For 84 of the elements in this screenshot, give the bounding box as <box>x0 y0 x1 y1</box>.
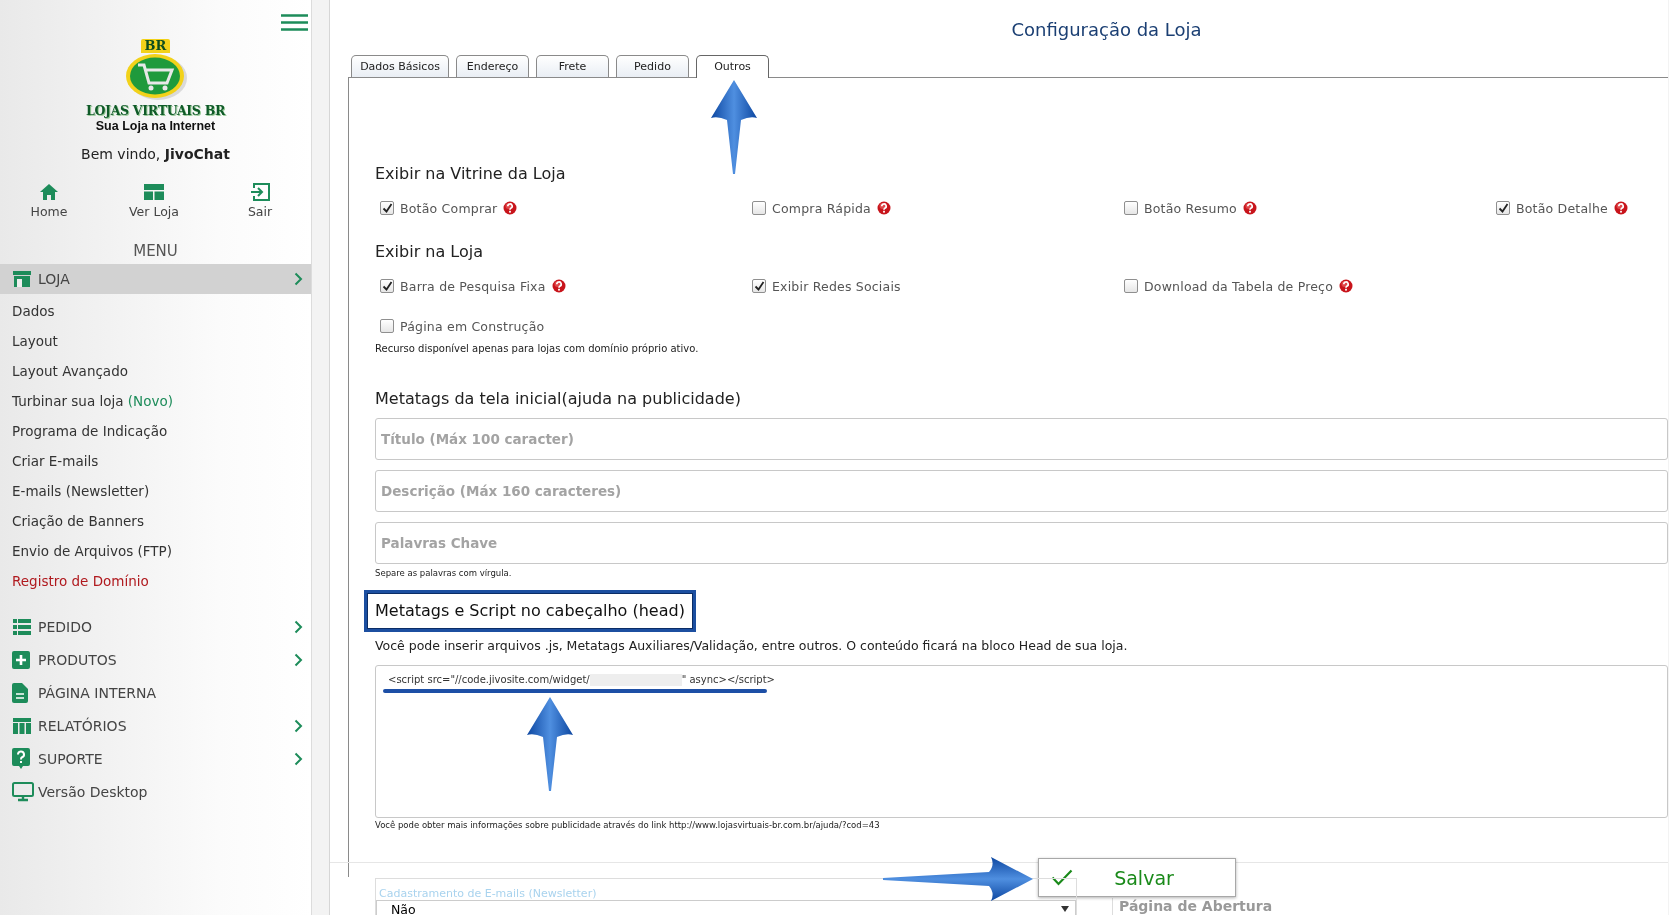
submenu-item[interactable]: E-mails (Newsletter) <box>12 483 150 499</box>
menu-title: MENU <box>132 242 179 260</box>
help-icon[interactable] <box>876 201 891 215</box>
note-text: Separe as palavras com vírgula. <box>375 567 513 579</box>
submenu-item[interactable]: Registro de Domínio <box>12 573 149 589</box>
logo-name: LOJAS VIRTUAIS BR <box>86 103 225 119</box>
help-icon <box>12 748 30 769</box>
highlight-box: Metatags e Script no cabeçalho (head) <box>364 590 696 632</box>
check-icon <box>1051 869 1073 886</box>
menu-item[interactable]: SUPORTE <box>0 742 311 775</box>
exit-icon <box>250 183 270 201</box>
tab[interactable]: Outros <box>696 55 769 78</box>
document-icon <box>12 682 28 703</box>
list-icon <box>12 617 32 636</box>
nav-link[interactable]: Ver Loja <box>98 183 210 220</box>
checkbox[interactable] <box>1496 201 1510 215</box>
submenu-item[interactable]: Criação de Banners <box>12 513 144 529</box>
select-field[interactable]: Não <box>376 900 1076 915</box>
checkbox[interactable] <box>1124 201 1138 215</box>
checkbox-label: Botão Detalhe <box>1516 200 1608 216</box>
checkbox-label: Exibir Redes Sociais <box>772 278 901 294</box>
checkbox[interactable] <box>752 279 766 293</box>
logo-badge: BR <box>140 39 171 53</box>
note-text: Recurso disponível apenas para lojas com domínio próprio ativo. <box>375 342 700 356</box>
help-icon[interactable] <box>503 201 518 215</box>
table-icon <box>12 716 32 735</box>
checkbox-label: Compra Rápida <box>772 200 871 216</box>
help-icon[interactable] <box>1613 201 1628 215</box>
field-label: Cadastramento de E-mails (Newsletter) <box>379 887 597 900</box>
submenu-item[interactable]: Dados <box>12 303 55 319</box>
page-title: Configuração da Loja <box>1010 18 1203 42</box>
menu-icon[interactable] <box>281 14 308 31</box>
menu-item[interactable]: PEDIDO <box>0 610 311 643</box>
save-button[interactable]: Salvar <box>1038 858 1236 897</box>
input-field[interactable]: Título (Máx 100 caracter) <box>375 418 1668 460</box>
layout-icon <box>144 183 164 201</box>
store-icon <box>12 270 32 288</box>
submenu-item[interactable]: Layout <box>12 333 58 349</box>
help-icon[interactable] <box>551 279 566 293</box>
section-heading: Metatags da tela inicial(ajuda na publicidade) <box>375 388 742 410</box>
menu-item[interactable]: RELATÓRIOS <box>0 709 311 742</box>
checkbox-label: Botão Resumo <box>1144 200 1237 216</box>
submenu-item[interactable]: Criar E-mails <box>12 453 99 469</box>
welcome-text: Bem vindo, JivoChat <box>80 145 231 163</box>
menu-item[interactable]: PRODUTOS <box>0 643 311 676</box>
tab[interactable]: Frete <box>536 55 609 77</box>
checkbox[interactable] <box>1124 279 1138 293</box>
tab[interactable]: Pedido <box>616 55 689 77</box>
menu-item[interactable]: LOJA <box>0 264 311 294</box>
submenu-item[interactable]: Programa de Indicação <box>12 423 168 439</box>
logo-icon <box>123 53 188 101</box>
caret-icon <box>1061 906 1069 912</box>
help-icon[interactable] <box>1242 201 1257 215</box>
nav-link[interactable]: Home <box>0 183 98 220</box>
section-heading: Exibir na Loja <box>375 241 484 263</box>
monitor-icon <box>12 781 34 802</box>
checkbox[interactable] <box>380 319 394 333</box>
checkbox[interactable] <box>380 279 394 293</box>
nav-link[interactable]: Sair <box>210 183 310 220</box>
submenu-item[interactable]: Turbinar sua loja <box>12 393 124 409</box>
footnote-text: Você pode obter mais informações sobre publicidade através do link http://www.lojasvirtuais-br.com.br/ajuda/?cod=43 <box>375 820 881 830</box>
checkbox[interactable] <box>380 201 394 215</box>
plus-icon <box>12 650 30 669</box>
field-label: Página de Abertura <box>1112 898 1273 915</box>
checkbox[interactable] <box>752 201 766 215</box>
checkbox-label: Download da Tabela de Preço <box>1144 278 1334 294</box>
checkbox-label: Barra de Pesquisa Fixa <box>400 278 546 294</box>
menu-item[interactable]: PÁGINA INTERNA <box>0 676 311 709</box>
checkbox-label: Página em Construção <box>400 318 545 334</box>
script-field[interactable]: <script src="//code.jivosite.com/widget/ " async></script> <box>375 665 1668 818</box>
menu-item[interactable]: Versão Desktop <box>0 775 311 808</box>
help-icon[interactable] <box>1339 279 1354 293</box>
home-icon <box>39 183 59 201</box>
input-field[interactable]: Descrição (Máx 160 caracteres) <box>375 470 1668 512</box>
tab[interactable]: Dados Básicos <box>351 55 449 77</box>
checkbox-label: Botão Comprar <box>400 200 498 216</box>
submenu-item[interactable]: Envio de Arquivos (FTP) <box>12 543 172 559</box>
new-label: (Novo) <box>127 393 173 409</box>
tab[interactable]: Endereço <box>456 55 529 77</box>
submenu-item[interactable]: Layout Avançado <box>12 363 128 379</box>
logo-tagline: Sua Loja na Internet <box>95 119 216 133</box>
section-heading: Exibir na Vitrine da Loja <box>375 163 567 185</box>
input-field[interactable]: Palavras Chave <box>375 522 1668 564</box>
description-text: Você pode inserir arquivos .js, Metatags Auxiliares/Validação, entre outros. O conteúdo ficará na bloco Head de sua loja. <box>375 638 1129 654</box>
